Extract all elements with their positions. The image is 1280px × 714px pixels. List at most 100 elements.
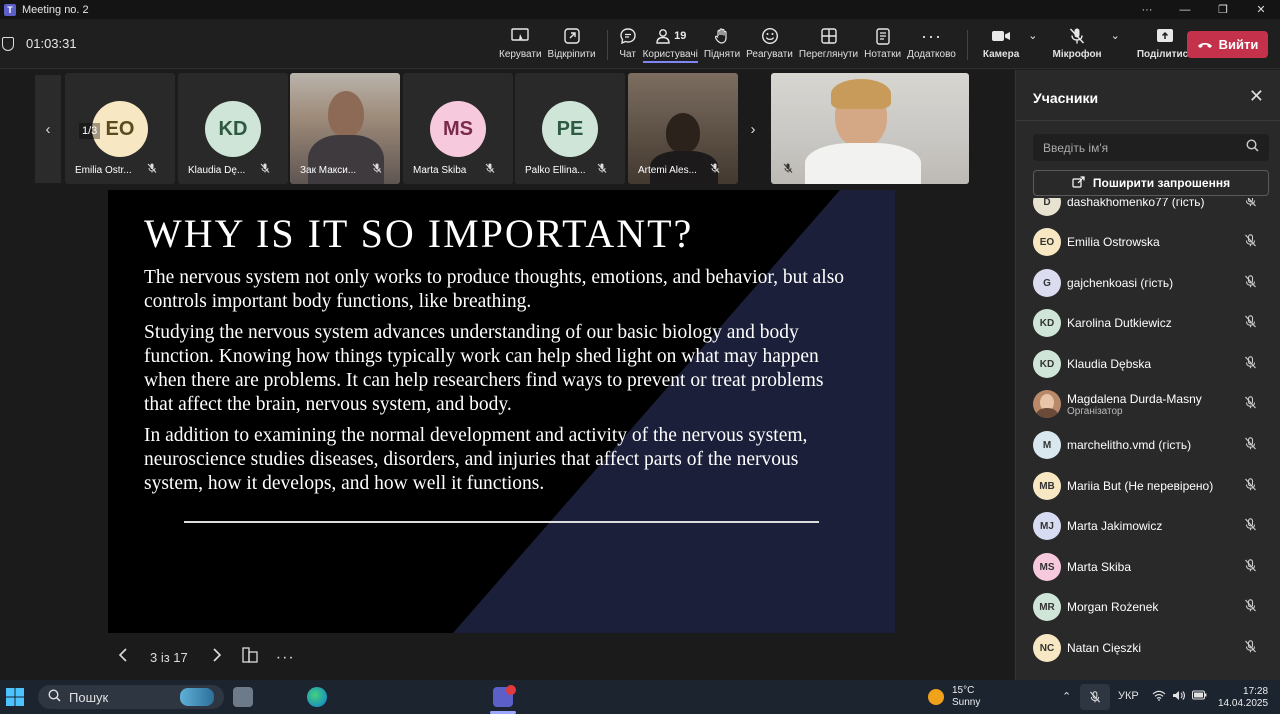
participant-video-tile[interactable]: Artemi Ales... <box>628 73 738 184</box>
participant-role: Організатор <box>1067 405 1123 417</box>
task-view-icon[interactable] <box>233 687 253 707</box>
minimize-button[interactable]: — <box>1166 4 1204 16</box>
control-button[interactable]: Керувати <box>496 25 545 65</box>
leave-button[interactable]: Вийти <box>1187 31 1268 58</box>
mic-off-icon <box>1244 478 1257 494</box>
leave-label: Вийти <box>1218 37 1259 52</box>
shared-slide: WHY IS IT SO IMPORTANT? The nervous syst… <box>108 190 895 633</box>
timer-text: 01:03:31 <box>26 36 77 51</box>
next-slide-button[interactable] <box>210 648 222 667</box>
raise-hand-button[interactable]: Підняти <box>701 25 743 65</box>
participant-row[interactable]: MR Morgan Rożenek <box>1016 587 1280 627</box>
tile-name: Marta Skiba <box>413 165 467 176</box>
participant-list: D dashakhomenko77 (гість) EO Emilia Ostr… <box>1016 198 1280 680</box>
participant-row[interactable]: D dashakhomenko77 (гість) <box>1016 198 1280 222</box>
more-icon[interactable]: ··· <box>276 649 295 667</box>
participant-row[interactable]: MJ Marta Jakimowicz <box>1016 506 1280 546</box>
battery-icon[interactable] <box>1192 690 1207 703</box>
chevron-up-icon[interactable]: ⌃ <box>1062 690 1071 703</box>
self-video-tile[interactable] <box>771 73 969 184</box>
tile-name: Palko Ellina... <box>525 165 586 176</box>
system-clock[interactable]: 17:28 14.04.2025 <box>1218 686 1268 710</box>
mic-off-icon <box>1244 640 1257 656</box>
clock-time: 17:28 <box>1243 686 1269 697</box>
strip-page-indicator: 1/3 <box>79 123 101 139</box>
chevron-down-icon: ⌄ <box>1028 30 1038 42</box>
input-language[interactable]: УКР <box>1118 690 1139 702</box>
meeting-toolbar: 01:03:31 Керувати Відкріпити Чат 19 Кори… <box>0 19 1280 69</box>
participant-row[interactable]: MB Mariia But (Не перевірено) <box>1016 466 1280 506</box>
prev-slide-button[interactable] <box>118 648 130 667</box>
notes-button[interactable]: Нотатки <box>861 25 904 65</box>
people-label: Користувачі <box>642 49 698 63</box>
taskbar-search[interactable]: Пошук <box>38 685 224 709</box>
mic-off-icon <box>1244 599 1257 615</box>
popout-button[interactable]: Відкріпити <box>545 25 599 65</box>
react-button[interactable]: Реагувати <box>743 25 796 65</box>
mic-options-button[interactable]: ⌄ <box>1105 25 1126 65</box>
participant-video <box>666 113 700 153</box>
clock-date: 14.04.2025 <box>1218 698 1269 709</box>
chat-button[interactable]: Чат <box>616 25 640 65</box>
avatar: KD <box>205 101 261 157</box>
avatar: MJ <box>1033 512 1061 540</box>
participant-name: marchelitho.vmd (гість) <box>1067 438 1192 452</box>
volume-icon[interactable] <box>1172 690 1185 704</box>
participant-row[interactable]: NC Natan Cięszki <box>1016 628 1280 668</box>
avatar: MS <box>1033 553 1061 581</box>
avatar: MR <box>1033 593 1061 621</box>
mic-button[interactable]: Мікрофон <box>1050 25 1105 65</box>
more-options-icon[interactable]: ··· <box>1128 4 1166 16</box>
participant-tile[interactable]: EO 1/3 Emilia Ostr... <box>65 73 175 184</box>
participant-search-input[interactable] <box>1043 140 1233 155</box>
participant-tile[interactable]: KD Klaudia Dę... <box>178 73 288 184</box>
participant-tile[interactable]: MS Marta Skiba <box>403 73 513 184</box>
more-button[interactable]: ··· Додатково <box>904 25 959 65</box>
participant-row[interactable]: EO Emilia Ostrowska <box>1016 222 1280 262</box>
mic-muted-tray-icon[interactable] <box>1080 684 1110 710</box>
more-label: Додатково <box>907 49 956 60</box>
close-window-button[interactable]: ✕ <box>1242 3 1280 16</box>
view-button[interactable]: Переглянути <box>796 25 861 65</box>
people-button[interactable]: 19 Користувачі <box>640 25 701 65</box>
participant-tile[interactable]: PE Palko Ellina... <box>515 73 625 184</box>
mic-off-icon <box>1244 234 1257 250</box>
mic-off-icon <box>1244 198 1257 210</box>
windows-start-icon[interactable] <box>6 688 24 711</box>
participant-row[interactable]: KD Karolina Dutkiewicz <box>1016 303 1280 343</box>
participant-name: Klaudia Dębska <box>1067 357 1152 371</box>
participant-search <box>1033 134 1269 161</box>
edge-browser-icon[interactable] <box>307 687 327 707</box>
mic-off-icon <box>485 163 495 176</box>
weather-temp: 15°C <box>952 685 975 696</box>
window-controls: ··· — ❐ ✕ <box>1128 0 1280 19</box>
wifi-icon[interactable] <box>1152 690 1166 704</box>
weather-widget[interactable]: 15°C Sunny <box>928 685 980 709</box>
mic-off-icon <box>710 163 720 176</box>
strip-next-button[interactable]: › <box>740 75 766 183</box>
taskbar-search-label: Пошук <box>69 689 109 705</box>
grid-view-icon[interactable] <box>242 647 258 668</box>
share-invite-button[interactable]: Поширити запрошення <box>1033 170 1269 196</box>
camera-options-button[interactable]: ⌄ <box>1022 25 1043 65</box>
participant-row[interactable]: KD Klaudia Dębska <box>1016 344 1280 384</box>
toolbar-separator <box>966 30 968 60</box>
mic-off-icon <box>597 163 607 176</box>
maximize-button[interactable]: ❐ <box>1204 3 1242 16</box>
participant-video-tile[interactable]: Зак Макси... <box>290 73 400 184</box>
mic-off-icon <box>1244 396 1257 412</box>
participant-name: gajchenkoasi (гість) <box>1067 276 1174 290</box>
camera-icon <box>991 25 1011 47</box>
window-title: Meeting no. 2 <box>22 3 89 16</box>
participant-row[interactable]: Magdalena Durda-Masny Організатор <box>1016 384 1280 424</box>
camera-button[interactable]: Камера <box>980 25 1022 65</box>
strip-prev-button[interactable]: ‹ <box>35 75 61 183</box>
participant-name: Emilia Ostrowska <box>1067 235 1160 249</box>
sun-icon <box>928 689 944 705</box>
share-icon <box>1156 25 1174 47</box>
search-highlight-icon <box>180 688 214 706</box>
close-panel-icon[interactable]: ✕ <box>1249 86 1264 107</box>
participant-row[interactable]: MS Marta Skiba <box>1016 547 1280 587</box>
participant-row[interactable]: G gajchenkoasi (гість) <box>1016 263 1280 303</box>
participant-row[interactable]: M marchelitho.vmd (гість) <box>1016 425 1280 465</box>
